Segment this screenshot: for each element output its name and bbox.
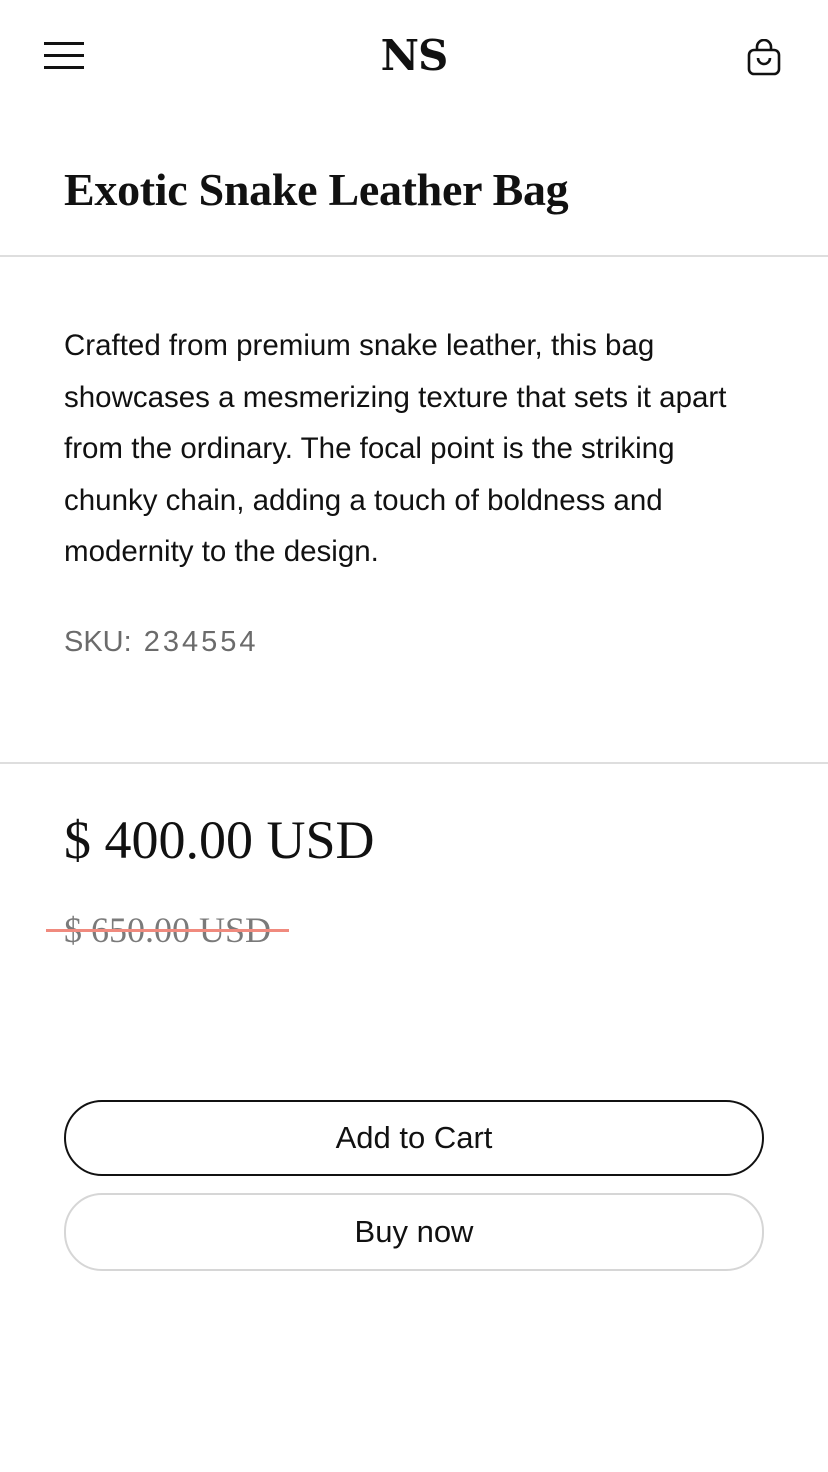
product-title: Exotic Snake Leather Bag <box>64 164 569 215</box>
divider <box>0 255 828 257</box>
product-sku: SKU: 234554 <box>64 622 258 662</box>
site-header: NS <box>0 0 828 112</box>
product-description: Crafted from premium snake leather, this… <box>64 329 727 568</box>
cart-button[interactable] <box>740 34 788 82</box>
shopping-bag-icon <box>747 39 781 76</box>
logo-text[interactable]: NS <box>381 30 449 82</box>
site-logo[interactable]: NS <box>0 30 828 82</box>
buy-now-button[interactable]: Buy now <box>64 1193 764 1271</box>
sku-label: SKU: <box>64 626 132 658</box>
compare-at-price: $ 650.00 USD <box>46 908 290 952</box>
current-price: $ 400.00 USD <box>64 810 375 870</box>
divider <box>0 762 828 764</box>
sku-value: 234554 <box>143 626 259 658</box>
add-to-cart-button[interactable]: Add to Cart <box>64 1100 764 1176</box>
strikethrough-line <box>46 929 290 932</box>
